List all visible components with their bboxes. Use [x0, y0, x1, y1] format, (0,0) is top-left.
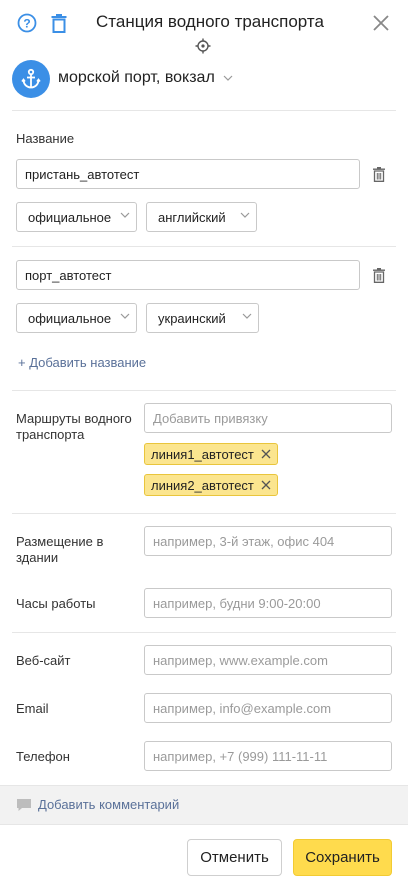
chevron-down-icon [240, 212, 250, 218]
phone-label: Телефон [16, 749, 70, 764]
placement-label: Размещение в здании [16, 534, 104, 565]
name-input-2[interactable] [16, 260, 360, 290]
svg-text:?: ? [23, 17, 30, 31]
routes-input[interactable] [144, 403, 392, 433]
chevron-down-icon [120, 212, 130, 218]
name-type-value: официальное [28, 310, 112, 326]
remove-icon[interactable] [261, 449, 271, 459]
category-select[interactable]: морской порт, вокзал [58, 69, 233, 87]
divider [12, 513, 396, 514]
cancel-button[interactable]: Отменить [187, 839, 282, 876]
name-input-1[interactable] [16, 159, 360, 189]
route-chip-1: линия1_автотест [144, 443, 278, 465]
website-input[interactable] [144, 645, 392, 675]
hours-input[interactable] [144, 588, 392, 618]
add-comment-link[interactable]: Добавить комментарий [38, 797, 179, 812]
phone-input[interactable] [144, 741, 392, 771]
name-type-select-1[interactable]: официальное [16, 202, 137, 232]
placement-input[interactable] [144, 526, 392, 556]
anchor-icon [12, 60, 50, 98]
panel-title: Станция водного транспорта [96, 12, 324, 31]
route-chip-label: линия2_автотест [151, 477, 254, 493]
name-language-value: английский [158, 209, 226, 225]
divider [12, 110, 396, 111]
route-chip-2: линия2_автотест [144, 474, 278, 496]
name-language-select-1[interactable]: английский [146, 202, 257, 232]
close-icon[interactable] [370, 12, 392, 34]
name-language-value: украинский [158, 310, 226, 326]
trash-icon[interactable] [371, 165, 387, 183]
chevron-down-icon [120, 313, 130, 319]
trash-icon[interactable] [371, 266, 387, 284]
divider [12, 246, 396, 247]
delete-icon[interactable] [48, 12, 70, 34]
website-label: Веб-сайт [16, 653, 71, 668]
help-icon[interactable]: ? [16, 12, 38, 34]
hours-label: Часы работы [16, 596, 96, 611]
name-type-value: официальное [28, 209, 112, 225]
email-label: Email [16, 701, 49, 716]
chevron-down-icon [223, 75, 233, 81]
remove-icon[interactable] [261, 480, 271, 490]
add-name-link[interactable]: + Добавить название [18, 355, 146, 370]
divider [12, 632, 396, 633]
chevron-down-icon [242, 313, 252, 319]
email-input[interactable] [144, 693, 392, 723]
category-label: морской порт, вокзал [58, 69, 215, 86]
routes-label: Маршруты водного транспорта [16, 411, 132, 442]
target-icon[interactable] [195, 38, 211, 54]
route-chip-label: линия1_автотест [151, 446, 254, 462]
save-button[interactable]: Сохранить [293, 839, 392, 876]
name-type-select-2[interactable]: официальное [16, 303, 137, 333]
name-language-select-2[interactable]: украинский [146, 303, 259, 333]
comment-icon [16, 798, 32, 812]
divider [12, 390, 396, 391]
names-section-label: Название [16, 131, 75, 146]
